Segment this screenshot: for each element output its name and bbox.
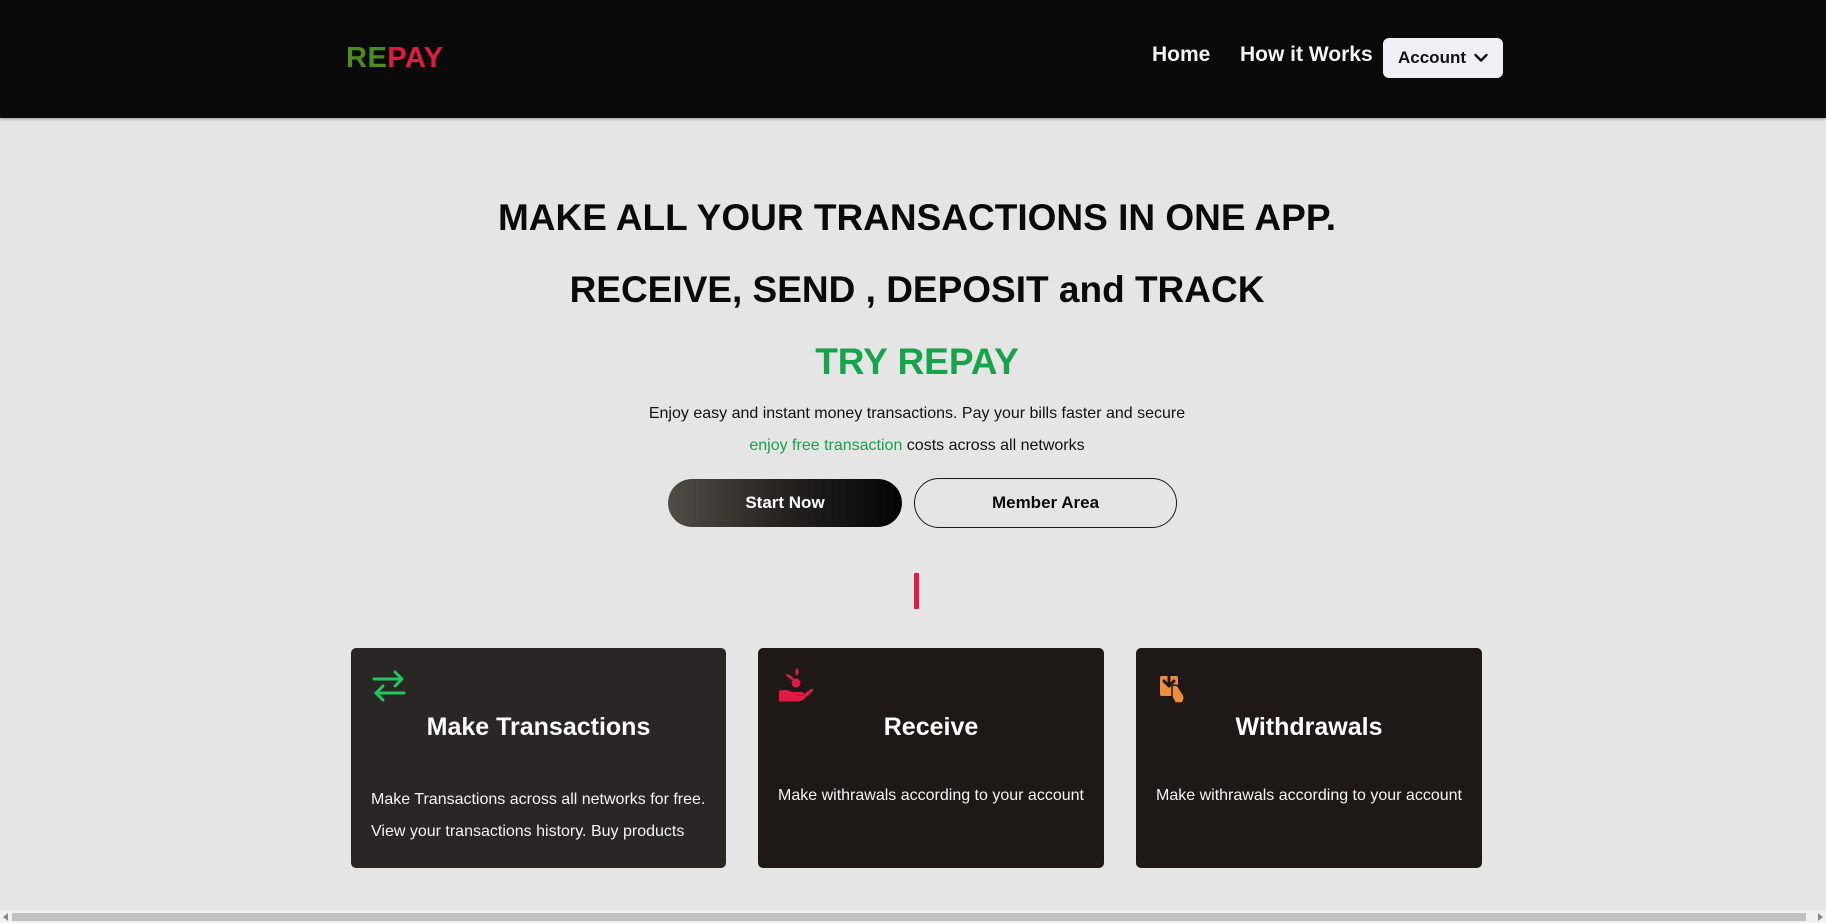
scrollbar-thumb[interactable]: [12, 913, 1806, 921]
member-area-button[interactable]: Member Area: [914, 478, 1177, 528]
logo-re: RE: [346, 42, 388, 74]
feature-card-transactions: Make Transactions Make Transactions acro…: [351, 648, 726, 868]
hero-description-line2: enjoy free transaction costs across all …: [0, 436, 1826, 456]
feature-title: Make Transactions: [426, 713, 651, 741]
feature-title: Withdrawals: [1235, 713, 1383, 741]
hero-description-line1: Enjoy easy and instant money transaction…: [648, 405, 1186, 422]
free-transaction-highlight: enjoy free transaction: [749, 437, 903, 454]
feature-description-line: View your transactions history. Buy prod…: [371, 823, 685, 840]
hero-headline: MAKE ALL YOUR TRANSACTIONS IN ONE APP.: [497, 197, 1337, 238]
feature-description: Make Transactions across all networks fo…: [371, 784, 716, 848]
feature-description: Make withrawals according to your accoun…: [1156, 787, 1462, 804]
top-navbar: REPAY Home How it Works Account: [0, 0, 1826, 118]
feature-title: Receive: [883, 713, 979, 741]
logo-pay: PAY: [387, 42, 444, 74]
feature-description: Make withrawals according to your accoun…: [778, 787, 1084, 804]
horizontal-scrollbar[interactable]: [0, 909, 1826, 923]
hero-description-line2-rest: costs across all networks: [902, 437, 1085, 454]
account-dropdown-button[interactable]: Account: [1383, 38, 1503, 78]
transfer-arrows-icon: [372, 670, 406, 702]
repay-logo[interactable]: REPAY: [346, 42, 444, 74]
scroll-right-arrow-icon[interactable]: [1818, 913, 1823, 921]
try-repay-heading: TRY REPAY: [815, 341, 1019, 382]
hand-receive-icon: [779, 668, 814, 702]
hero-subheadline: RECEIVE, SEND , DEPOSIT and TRACK: [569, 269, 1265, 310]
account-label: Account: [1398, 48, 1466, 67]
feature-card-withdrawals: Withdrawals Make withrawals according to…: [1136, 648, 1482, 868]
chevron-down-icon: [1474, 53, 1488, 62]
accent-divider: [914, 573, 919, 609]
nav-how-it-works-link[interactable]: How it Works: [1240, 42, 1373, 68]
feature-card-receive: Receive Make withrawals according to you…: [758, 648, 1104, 868]
start-now-button[interactable]: Start Now: [668, 479, 902, 527]
scroll-left-arrow-icon[interactable]: [3, 913, 8, 921]
nav-home-link[interactable]: Home: [1152, 42, 1210, 68]
feature-description-line: Make Transactions across all networks fo…: [371, 791, 706, 808]
withdraw-icon: [1160, 668, 1185, 704]
